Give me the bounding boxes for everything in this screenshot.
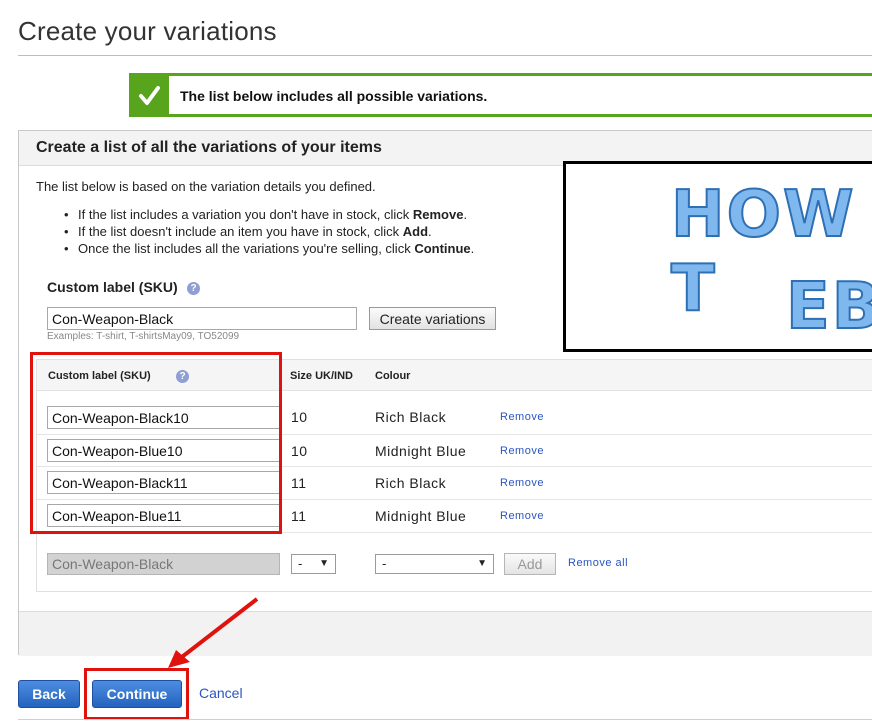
remove-link[interactable]: Remove bbox=[500, 411, 544, 423]
banner-message: The list below includes all possible var… bbox=[180, 88, 488, 104]
row-colour: Rich Black bbox=[375, 409, 447, 425]
row-colour: Midnight Blue bbox=[375, 508, 467, 524]
chevron-down-icon: ▼ bbox=[319, 558, 329, 569]
help-icon[interactable]: ? bbox=[187, 282, 200, 295]
colour-select[interactable]: - ▼ bbox=[375, 554, 494, 574]
page-title: Create your variations bbox=[18, 16, 277, 46]
sku-input[interactable] bbox=[47, 307, 357, 330]
row-colour: Rich Black bbox=[375, 475, 447, 491]
intro-text: The list below is based on the variation… bbox=[36, 179, 376, 194]
column-header-size: Size UK/IND bbox=[290, 370, 353, 382]
remove-all-link[interactable]: Remove all bbox=[568, 557, 628, 569]
title-divider bbox=[18, 55, 872, 56]
watermark-overlay: HOW T EBA bbox=[563, 161, 872, 352]
back-button[interactable]: Back bbox=[18, 680, 80, 708]
size-select-value: - bbox=[298, 556, 303, 571]
remove-link[interactable]: Remove bbox=[500, 510, 544, 522]
column-header-colour: Colour bbox=[375, 370, 411, 382]
panel-title: Create a list of all the variations of y… bbox=[36, 139, 382, 156]
instruction-add: If the list doesn't include an item you … bbox=[64, 223, 474, 240]
bottom-divider bbox=[18, 719, 872, 720]
annotation-arrow-icon bbox=[168, 597, 259, 668]
check-icon bbox=[129, 73, 169, 117]
row-size: 10 bbox=[291, 443, 308, 459]
add-button[interactable]: Add bbox=[504, 553, 556, 575]
panel-footer bbox=[19, 611, 872, 656]
colour-select-value: - bbox=[382, 556, 387, 571]
row-size: 11 bbox=[291, 475, 307, 491]
highlight-box bbox=[30, 352, 282, 534]
create-variations-button[interactable]: Create variations bbox=[369, 307, 496, 330]
row-size: 11 bbox=[291, 508, 307, 524]
row-size: 10 bbox=[291, 409, 308, 425]
remove-link[interactable]: Remove bbox=[500, 477, 544, 489]
instructions-list: If the list includes a variation you don… bbox=[64, 206, 474, 257]
size-select[interactable]: - ▼ bbox=[291, 554, 336, 574]
instruction-remove: If the list includes a variation you don… bbox=[64, 206, 474, 223]
row-colour: Midnight Blue bbox=[375, 443, 467, 459]
chevron-down-icon: ▼ bbox=[477, 558, 487, 569]
instruction-continue: Once the list includes all the variation… bbox=[64, 240, 474, 257]
continue-button[interactable]: Continue bbox=[92, 680, 182, 708]
remove-link[interactable]: Remove bbox=[500, 445, 544, 457]
new-sku-input[interactable] bbox=[47, 553, 280, 575]
overlay-line-2: EBA bbox=[785, 269, 872, 345]
cancel-link[interactable]: Cancel bbox=[199, 685, 243, 701]
sku-label: Custom label (SKU) bbox=[47, 279, 178, 295]
sku-examples: Examples: T-shirt, T-shirtsMay09, TO5209… bbox=[47, 331, 240, 342]
